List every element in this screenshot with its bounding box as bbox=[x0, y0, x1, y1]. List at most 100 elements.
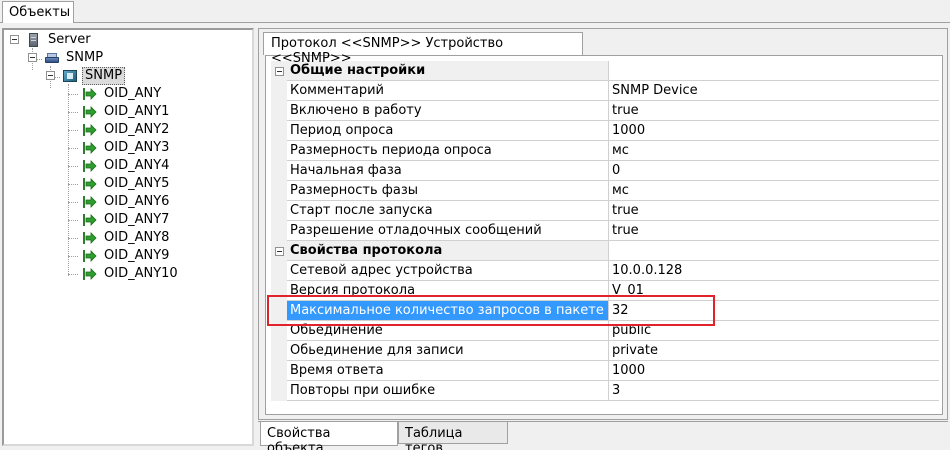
property-name[interactable]: Комментарий bbox=[287, 81, 609, 101]
tree-node-tag[interactable]: OID_ANY2 bbox=[82, 121, 171, 139]
tree-connector bbox=[68, 256, 78, 257]
top-tab-strip-line bbox=[0, 22, 950, 23]
device-icon bbox=[62, 68, 78, 84]
tree-connector bbox=[68, 238, 78, 239]
row-gutter bbox=[271, 121, 287, 141]
tab-protocol-device[interactable]: Протокол <<SNMP>> Устройство <<SNMP>> bbox=[263, 32, 583, 66]
property-value[interactable]: true bbox=[609, 201, 939, 221]
tree-node-label: OID_ANY3 bbox=[104, 140, 170, 155]
tree-node-label: OID_ANY2 bbox=[104, 122, 170, 137]
tree-node-tag[interactable]: OID_ANY6 bbox=[82, 193, 171, 211]
property-value[interactable]: true bbox=[609, 221, 939, 241]
tree-connector bbox=[68, 220, 78, 221]
server-icon bbox=[26, 32, 42, 48]
tree-node-network[interactable]: SNMP bbox=[44, 49, 105, 67]
tree-node-label: OID_ANY10 bbox=[104, 266, 178, 281]
tag-arrow-icon bbox=[82, 176, 98, 192]
row-gutter bbox=[271, 361, 287, 381]
property-value[interactable]: 1000 bbox=[609, 361, 939, 381]
collapse-icon[interactable] bbox=[275, 247, 284, 256]
server-expander[interactable] bbox=[10, 35, 19, 44]
row-gutter bbox=[271, 141, 287, 161]
row-gutter bbox=[271, 201, 287, 221]
category-general[interactable]: Общие настройки bbox=[271, 61, 939, 81]
tab-object-properties[interactable]: Свойства объекта bbox=[260, 422, 398, 450]
row-gutter bbox=[271, 261, 287, 281]
tag-arrow-icon bbox=[82, 140, 98, 156]
tag-arrow-icon bbox=[82, 230, 98, 246]
tab-tag-table[interactable]: Таблица тегов bbox=[398, 422, 508, 450]
property-name[interactable]: Размерность фазы bbox=[287, 181, 609, 201]
row-gutter bbox=[271, 221, 287, 241]
property-value[interactable]: 3 bbox=[609, 381, 939, 401]
property-value[interactable]: true bbox=[609, 101, 939, 121]
tree-node-label: OID_ANY8 bbox=[104, 230, 170, 245]
tree-node-label: OID_ANY5 bbox=[104, 176, 170, 191]
property-row[interactable]: Обьединение для записи private bbox=[271, 341, 939, 361]
property-name[interactable]: Период опроса bbox=[287, 121, 609, 141]
property-value[interactable]: 0 bbox=[609, 161, 939, 181]
row-gutter bbox=[271, 341, 287, 361]
row-gutter bbox=[271, 101, 287, 121]
property-row[interactable]: Размерность фазы мс bbox=[271, 181, 939, 201]
tree-connector bbox=[68, 166, 78, 167]
tree-connector bbox=[68, 148, 78, 149]
tree-node-tag[interactable]: OID_ANY10 bbox=[82, 265, 180, 283]
category-protocol[interactable]: Свойства протокола bbox=[271, 241, 939, 261]
row-gutter bbox=[271, 381, 287, 401]
tree-connector bbox=[68, 274, 78, 275]
tree-node-tag[interactable]: OID_ANY4 bbox=[82, 157, 171, 175]
tree-connector bbox=[68, 202, 78, 203]
property-row[interactable]: Размерность периода опроса мс bbox=[271, 141, 939, 161]
tree-node-label: OID_ANY4 bbox=[104, 158, 170, 173]
property-row[interactable]: Время ответа 1000 bbox=[271, 361, 939, 381]
tag-arrow-icon bbox=[82, 104, 98, 120]
property-name[interactable]: Обьединение для записи bbox=[287, 341, 609, 361]
property-name[interactable]: Повторы при ошибке bbox=[287, 381, 609, 401]
property-row[interactable]: Старт после запуска true bbox=[271, 201, 939, 221]
property-row[interactable]: Комментарий SNMP Device bbox=[271, 81, 939, 101]
tag-arrow-icon bbox=[82, 86, 98, 102]
property-row[interactable]: Начальная фаза 0 bbox=[271, 161, 939, 181]
tree-node-label: Server bbox=[48, 32, 91, 47]
network-expander[interactable] bbox=[28, 53, 37, 62]
property-row[interactable]: Включено в работу true bbox=[271, 101, 939, 121]
property-name[interactable]: Включено в работу bbox=[287, 101, 609, 121]
property-name[interactable]: Сетевой адрес устройства bbox=[287, 261, 609, 281]
tree-node-tag[interactable]: OID_ANY3 bbox=[82, 139, 171, 157]
tree-node-tag[interactable]: OID_ANY8 bbox=[82, 229, 171, 247]
tab-objects[interactable]: Объекты bbox=[2, 1, 74, 23]
property-name[interactable]: Старт после запуска bbox=[287, 201, 609, 221]
tree-node-label: OID_ANY1 bbox=[104, 104, 170, 119]
tree-node-device[interactable]: SNMP bbox=[62, 67, 126, 85]
tag-arrow-icon bbox=[82, 158, 98, 174]
tree-node-tag[interactable]: OID_ANY9 bbox=[82, 247, 171, 265]
property-row[interactable]: Сетевой адрес устройства 10.0.0.128 bbox=[271, 261, 939, 281]
device-expander[interactable] bbox=[46, 71, 55, 80]
tree-node-server[interactable]: Server bbox=[26, 31, 93, 49]
row-gutter bbox=[271, 181, 287, 201]
property-value[interactable]: SNMP Device bbox=[609, 81, 939, 101]
tree-node-tag[interactable]: OID_ANY bbox=[82, 85, 163, 103]
property-name[interactable]: Время ответа bbox=[287, 361, 609, 381]
property-row[interactable]: Период опроса 1000 bbox=[271, 121, 939, 141]
property-value[interactable]: мс bbox=[609, 141, 939, 161]
object-tree[interactable]: Server SNMP SNMP OID_ANY OID_ANY1 OID_ANY2… bbox=[2, 28, 254, 446]
property-name[interactable]: Разрешение отладочных сообщений bbox=[287, 221, 609, 241]
property-value[interactable]: 10.0.0.128 bbox=[609, 261, 939, 281]
row-gutter bbox=[271, 81, 287, 101]
property-row[interactable]: Разрешение отладочных сообщений true bbox=[271, 221, 939, 241]
collapse-icon[interactable] bbox=[275, 67, 284, 76]
property-value[interactable]: мс bbox=[609, 181, 939, 201]
property-row[interactable]: Повторы при ошибке 3 bbox=[271, 381, 939, 401]
tree-node-label: OID_ANY bbox=[104, 86, 162, 101]
property-grid[interactable]: Общие настройки Комментарий SNMP Device Вк… bbox=[265, 55, 943, 415]
property-value[interactable]: private bbox=[609, 341, 939, 361]
property-name[interactable]: Начальная фаза bbox=[287, 161, 609, 181]
property-name[interactable]: Размерность периода опроса bbox=[287, 141, 609, 161]
tree-node-tag[interactable]: OID_ANY7 bbox=[82, 211, 171, 229]
tag-arrow-icon bbox=[82, 194, 98, 210]
property-value[interactable]: 1000 bbox=[609, 121, 939, 141]
tree-node-tag[interactable]: OID_ANY1 bbox=[82, 103, 171, 121]
tree-node-tag[interactable]: OID_ANY5 bbox=[82, 175, 171, 193]
